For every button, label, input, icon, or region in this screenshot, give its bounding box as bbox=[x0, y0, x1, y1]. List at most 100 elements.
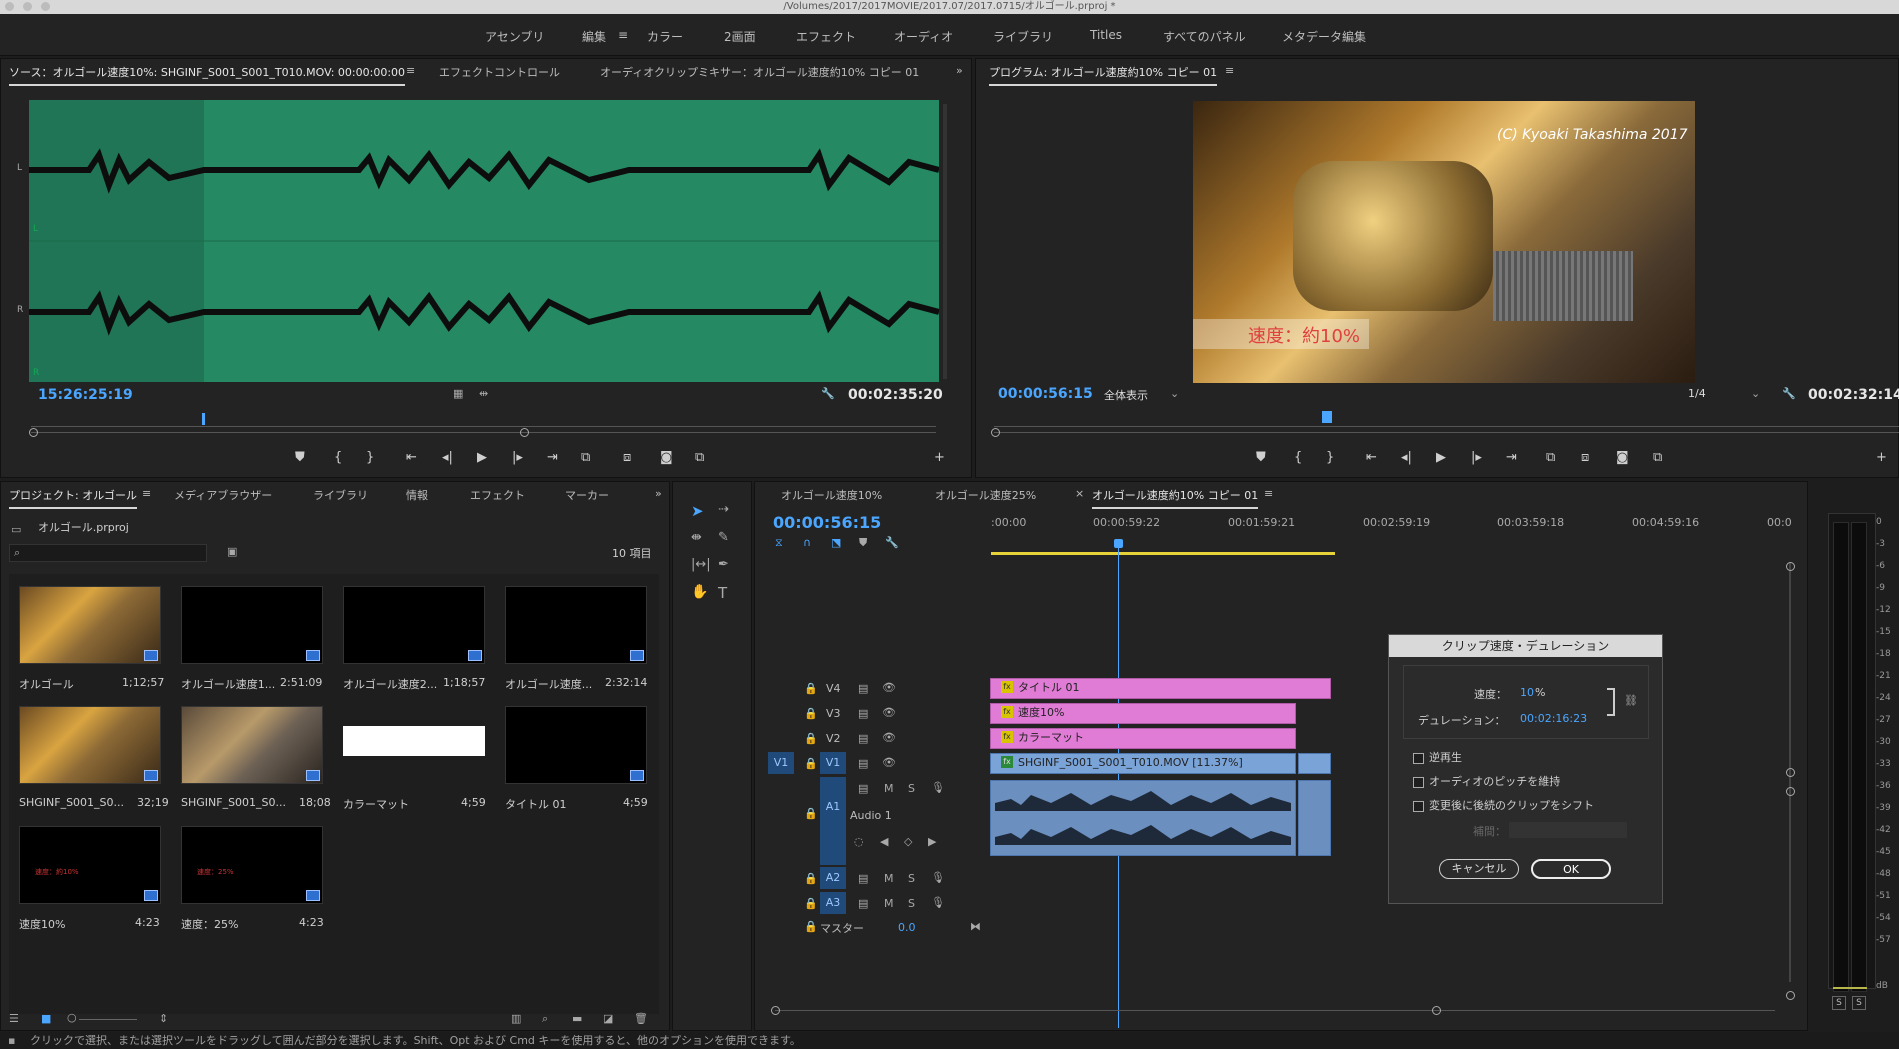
add-keyframe-icon[interactable]: ◇ bbox=[904, 835, 912, 848]
insert-button-icon[interactable]: ⧉ bbox=[581, 450, 590, 465]
close-tab-icon[interactable]: × bbox=[1075, 487, 1084, 500]
clip-color-matte[interactable]: fx カラーマット bbox=[990, 728, 1296, 749]
program-step-back-icon[interactable]: ◂| bbox=[1401, 450, 1412, 465]
program-menu-icon[interactable]: ≡ bbox=[1225, 64, 1234, 77]
cancel-button[interactable]: キャンセル bbox=[1439, 859, 1519, 879]
tab-effect-controls[interactable]: エフェクトコントロール bbox=[439, 64, 560, 80]
program-add-marker-icon[interactable]: ⛊ bbox=[1256, 450, 1266, 465]
tab-source[interactable]: ソース：オルゴール速度10%: SHGINF_S001_S001_T010.MO… bbox=[9, 64, 406, 86]
eye-icon[interactable]: 👁 bbox=[882, 706, 896, 719]
program-add-button-icon[interactable]: + bbox=[1876, 450, 1887, 465]
duration-value[interactable]: 00:02:16:23 bbox=[1520, 712, 1587, 725]
workspace-metadata[interactable]: メタデータ編集 bbox=[1282, 28, 1366, 45]
trash-icon[interactable]: 🗑 bbox=[634, 1012, 648, 1025]
meter-solo-right[interactable]: S bbox=[1852, 996, 1866, 1010]
ripple-option[interactable]: 変更後に後続のクリップをシフト bbox=[1413, 797, 1594, 813]
project-menu-icon[interactable]: ≡ bbox=[142, 487, 151, 500]
clip-speed-10[interactable]: fx 速度10% bbox=[990, 703, 1296, 724]
playhead-handle[interactable] bbox=[1114, 539, 1123, 548]
selection-tool-icon[interactable]: ➤ bbox=[691, 502, 704, 520]
audio-waveform[interactable]: L L R R bbox=[17, 100, 939, 382]
tab-project[interactable]: プロジェクト: オルゴール bbox=[9, 487, 137, 509]
pitch-option[interactable]: オーディオのピッチを維持 bbox=[1413, 773, 1560, 789]
lock-icon[interactable]: 🔒 bbox=[804, 732, 818, 745]
thumb-title-01[interactable] bbox=[505, 706, 647, 784]
thumb-text-speed-10[interactable]: 速度：約10% bbox=[19, 826, 161, 904]
meter-solo-left[interactable]: S bbox=[1832, 996, 1846, 1010]
timeline-scroll-handle-left[interactable] bbox=[771, 1006, 780, 1015]
clip-title-01[interactable]: fx タイトル 01 bbox=[990, 678, 1331, 699]
program-step-forward-icon[interactable]: |▸ bbox=[1471, 450, 1482, 465]
source-time-ruler[interactable] bbox=[31, 415, 936, 427]
icon-view-icon[interactable]: ■ bbox=[41, 1012, 51, 1025]
play-icon[interactable]: ▶ bbox=[477, 450, 487, 465]
sync-lock-icon[interactable]: ▤ bbox=[858, 682, 868, 695]
wrench-icon[interactable]: 🔧 bbox=[821, 387, 835, 400]
new-search-bin-icon[interactable]: ▣ bbox=[227, 545, 237, 558]
automate-icon[interactable]: ▥ bbox=[511, 1012, 521, 1025]
overwrite-icon[interactable]: ⧈ bbox=[623, 450, 631, 465]
program-go-in-icon[interactable]: ⇤ bbox=[1366, 450, 1377, 465]
tab-seq-copy[interactable]: オルゴール速度約10% コピー 01 bbox=[1092, 487, 1259, 509]
list-view-icon[interactable]: ☰ bbox=[9, 1012, 19, 1025]
program-mark-out-icon[interactable]: } bbox=[1326, 450, 1334, 465]
export-frame-icon[interactable]: ◙ bbox=[660, 450, 673, 465]
program-playhead[interactable] bbox=[1322, 411, 1332, 423]
project-overflow-icon[interactable]: » bbox=[655, 487, 662, 500]
solo-button[interactable]: S bbox=[908, 897, 915, 910]
lift-icon[interactable]: ⧉ bbox=[1546, 450, 1555, 465]
sync-lock-icon[interactable]: ▤ bbox=[858, 707, 868, 720]
reverse-option[interactable]: 逆再生 bbox=[1413, 749, 1462, 765]
thumb-text-speed-25[interactable]: 速度：25% bbox=[181, 826, 323, 904]
mute-button[interactable]: M bbox=[884, 897, 894, 910]
program-go-out-icon[interactable]: ⇥ bbox=[1506, 450, 1517, 465]
program-play-icon[interactable]: ▶ bbox=[1436, 450, 1446, 465]
program-zoom-handle[interactable] bbox=[991, 428, 1000, 437]
pen-tool-icon[interactable]: ✒ bbox=[718, 557, 729, 572]
panel-overflow-icon[interactable]: » bbox=[956, 64, 963, 77]
lock-icon[interactable]: 🔒 bbox=[804, 682, 818, 695]
source-patch-v1[interactable]: V1 bbox=[768, 752, 794, 774]
source-menu-icon[interactable]: ≡ bbox=[406, 64, 415, 77]
mic-icon[interactable]: 🎙 bbox=[931, 871, 945, 884]
thumb-music-box[interactable] bbox=[19, 586, 161, 664]
lock-icon[interactable]: 🔒 bbox=[804, 897, 818, 910]
lock-icon[interactable]: 🔒 bbox=[804, 807, 818, 820]
add-marker-icon[interactable]: ⛊ bbox=[295, 450, 305, 465]
razor-tool-icon[interactable]: ✎ bbox=[718, 530, 729, 545]
mic-icon[interactable]: 🎙 bbox=[931, 781, 945, 794]
eye-icon[interactable]: 👁 bbox=[882, 681, 896, 694]
v-scroll-handle-low[interactable] bbox=[1786, 787, 1795, 796]
master-volume[interactable]: 0.0 bbox=[898, 921, 916, 934]
new-bin-icon[interactable]: ▬ bbox=[572, 1012, 582, 1025]
track-v1-target[interactable]: V1 bbox=[820, 752, 846, 774]
program-zoom-bar[interactable] bbox=[994, 432, 1899, 433]
ripple-edit-tool-icon[interactable]: ⇼ bbox=[691, 530, 702, 545]
program-export-frame-icon[interactable]: ◙ bbox=[1616, 450, 1629, 465]
solo-button[interactable]: S bbox=[908, 782, 915, 795]
mic-icon[interactable]: 🎙 bbox=[931, 896, 945, 909]
thumb-speed-10[interactable] bbox=[181, 586, 323, 664]
workspace-effects[interactable]: エフェクト bbox=[796, 28, 856, 45]
find-icon[interactable]: ⌕ bbox=[542, 1012, 548, 1026]
project-search-input[interactable]: ⌕ bbox=[9, 544, 207, 562]
timeline-h-scrollbar[interactable] bbox=[775, 1010, 1775, 1011]
workspace-audio[interactable]: オーディオ bbox=[894, 28, 953, 45]
resolution-dropdown[interactable]: 1/4 bbox=[1688, 387, 1706, 400]
keyframe-icon[interactable]: ◌ bbox=[854, 835, 864, 848]
sync-lock-icon[interactable]: ▤ bbox=[858, 897, 868, 910]
sync-lock-icon[interactable]: ▤ bbox=[858, 732, 868, 745]
tab-audio-mixer[interactable]: オーディオクリップミキサー：オルゴール速度約10% コピー 01 bbox=[600, 64, 919, 80]
lock-icon[interactable]: 🔒 bbox=[804, 920, 818, 933]
mute-button[interactable]: M bbox=[884, 872, 894, 885]
go-to-in-icon[interactable]: ⇤ bbox=[406, 450, 417, 465]
step-back-icon[interactable]: ◂| bbox=[442, 450, 453, 465]
timeline-settings-icon[interactable]: 🔧 bbox=[885, 536, 899, 549]
hand-tool-icon[interactable]: ✋ bbox=[691, 584, 708, 600]
program-wrench-icon[interactable]: 🔧 bbox=[1782, 387, 1796, 400]
tab-seq-speed-10[interactable]: オルゴール速度10% bbox=[781, 487, 882, 503]
lock-icon[interactable]: 🔒 bbox=[804, 757, 818, 770]
new-item-icon[interactable]: ◪ bbox=[603, 1012, 613, 1025]
sync-lock-icon[interactable]: ▤ bbox=[858, 872, 868, 885]
eye-icon[interactable]: 👁 bbox=[882, 756, 896, 769]
